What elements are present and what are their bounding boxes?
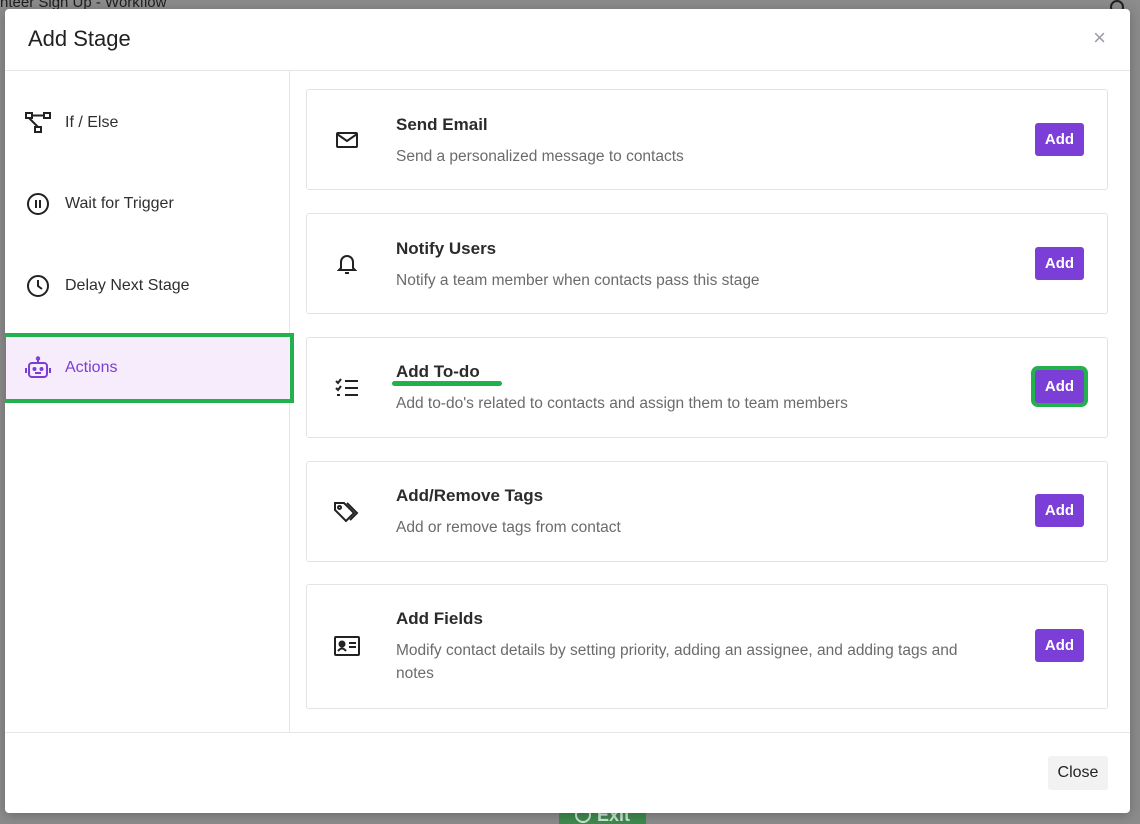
branch-icon [25, 110, 51, 136]
action-description: Notify a team member when contacts pass … [396, 272, 760, 289]
sidebar-item-label: Actions [65, 359, 118, 376]
bell-icon [333, 250, 361, 278]
modal-header: Add Stage × [5, 9, 1130, 71]
action-card-add-to-do: Add To-do Add to-do's related to contact… [306, 337, 1108, 438]
action-card-add-remove-tags: Add/Remove Tags Add or remove tags from … [306, 461, 1108, 562]
action-card-notify-users: Notify Users Notify a team member when c… [306, 213, 1108, 314]
pause-circle-icon [25, 191, 51, 217]
robot-icon [25, 355, 51, 381]
action-description: Add to-do's related to contacts and assi… [396, 395, 848, 412]
checklist-icon [333, 374, 361, 402]
highlight-underline [392, 381, 502, 386]
add-fields-button[interactable]: Add [1035, 629, 1084, 662]
sidebar-item-wait-for-trigger[interactable]: Wait for Trigger [5, 175, 290, 233]
modal-body: If / Else Wait for Trigger Delay Next St… [5, 71, 1130, 732]
action-title: Add To-do [396, 362, 480, 381]
clock-icon [25, 273, 51, 299]
action-card-add-fields: Add Fields Modify contact details by set… [306, 584, 1108, 709]
close-button[interactable]: Close [1048, 756, 1108, 790]
envelope-icon [333, 126, 361, 154]
action-title: Add/Remove Tags [396, 486, 544, 505]
stage-type-sidebar: If / Else Wait for Trigger Delay Next St… [5, 71, 294, 732]
action-title: Notify Users [396, 239, 497, 258]
action-title: Send Email [396, 115, 488, 134]
modal-title: Add Stage [28, 26, 131, 51]
close-icon[interactable]: × [1093, 27, 1106, 49]
modal-footer: Close [5, 732, 1130, 813]
action-card-send-email: Send Email Send a personalized message t… [306, 89, 1108, 190]
sidebar-item-label: If / Else [65, 114, 119, 131]
tags-icon [333, 498, 361, 526]
sidebar-item-if-else[interactable]: If / Else [5, 94, 290, 152]
sidebar-item-delay-next-stage[interactable]: Delay Next Stage [5, 257, 290, 315]
add-remove-tags-button[interactable]: Add [1035, 494, 1084, 527]
id-card-icon [333, 632, 361, 660]
add-send-email-button[interactable]: Add [1035, 123, 1084, 156]
add-to-do-button[interactable]: Add [1035, 370, 1084, 403]
add-stage-modal: Add Stage × If / Else Wait for Trigger D… [5, 9, 1130, 813]
sidebar-item-label: Delay Next Stage [65, 277, 190, 294]
action-title: Add Fields [396, 609, 483, 628]
action-description: Add or remove tags from contact [396, 519, 621, 536]
sidebar-item-actions[interactable]: Actions [5, 333, 294, 403]
action-description: Send a personalized message to contacts [396, 148, 684, 165]
add-notify-users-button[interactable]: Add [1035, 247, 1084, 280]
action-description: Modify contact details by setting priori… [396, 642, 958, 682]
sidebar-item-label: Wait for Trigger [65, 195, 174, 212]
